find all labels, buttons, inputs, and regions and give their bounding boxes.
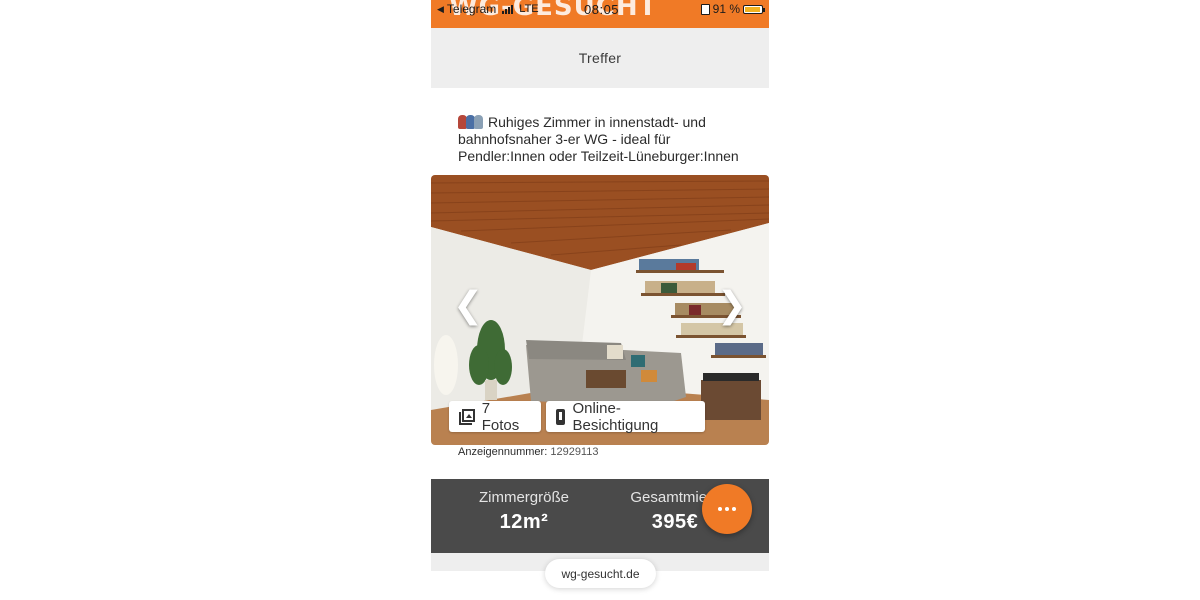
page-title: Treffer [578,50,622,66]
network-type: LTE [519,3,539,15]
room-size-stat: Zimmergröße 12m² [449,489,599,534]
photo-gallery[interactable]: ❮ ❯ 7 Fotos Online-Besichtigung [431,175,769,445]
sim-icon [700,3,710,15]
back-app-label[interactable]: Telegram [447,2,496,16]
gallery-next-button[interactable]: ❯ [717,287,747,323]
clock: 08:05 [584,2,620,17]
flatmates-icon [458,115,483,129]
back-to-app-icon[interactable]: ◀ [437,4,444,15]
photos-count-button[interactable]: 7 Fotos [449,399,541,434]
more-dots-icon [718,507,722,511]
room-size-value: 12m² [499,511,549,533]
status-bar: WG-GESUCHT ◀ Telegram LTE 08:05 91 % [431,0,769,28]
online-tour-label: Online-Besichtigung [572,399,659,434]
battery-icon [743,4,765,14]
listing-title-block: Ruhiges Zimmer in innenstadt- und bahnho… [458,114,748,165]
photos-count-label: 7 Fotos [481,399,520,434]
room-size-label: Zimmergröße [478,489,569,506]
photo-gallery-icon [459,408,475,425]
url-text: wg-gesucht.de [561,566,640,581]
phone-screen: WG-GESUCHT ◀ Telegram LTE 08:05 91 % Tre… [431,0,769,600]
smartphone-icon [556,408,566,425]
listing-title[interactable]: Ruhiges Zimmer in innenstadt- und bahnho… [458,114,748,165]
ad-number: Anzeigennummer: 12929113 [458,446,598,458]
ad-number-value: 12929113 [550,446,599,458]
gallery-prev-button[interactable]: ❮ [453,287,483,323]
ad-number-label: Anzeigennummer: [458,446,548,458]
online-tour-button[interactable]: Online-Besichtigung [546,399,705,434]
page-header: Treffer [431,28,769,88]
signal-icon [502,4,514,14]
listing-title-text[interactable]: Ruhiges Zimmer in innenstadt- und bahnho… [458,114,739,164]
battery-percent: 91 % [712,2,740,16]
browser-url-bar[interactable]: wg-gesucht.de [545,559,656,588]
more-options-button[interactable] [702,484,752,534]
